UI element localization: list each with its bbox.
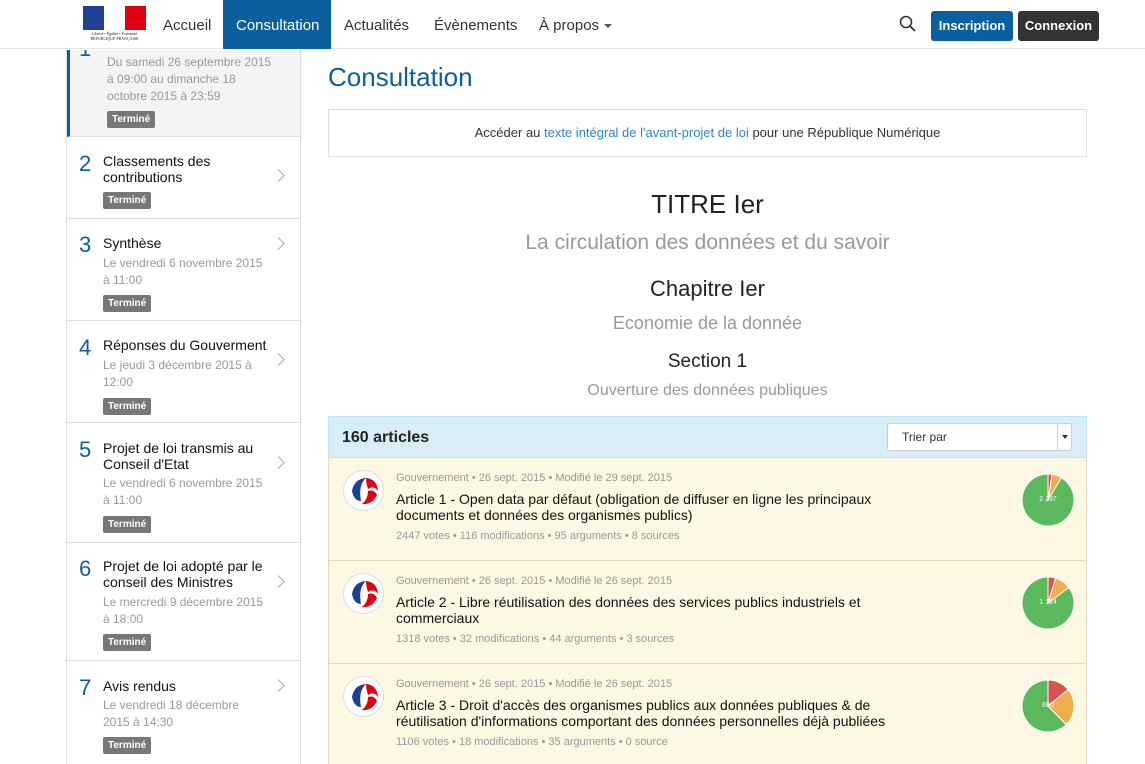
titre-subheading: La circulation des données et du savoir <box>525 231 890 254</box>
avatar <box>343 676 384 717</box>
flag-icon <box>83 6 146 30</box>
step-date: Le mercredi 9 décembre 2015 à 18:00 <box>103 595 264 626</box>
republique-francaise-logo[interactable]: Liberté • Égalité • Fraternité RÉPUBLIQU… <box>83 6 146 44</box>
step-number: 3 <box>79 232 92 257</box>
nav-consultation[interactable]: Consultation <box>223 0 331 49</box>
status-badge: Terminé <box>103 192 152 209</box>
step-title: Réponses du Gouverment <box>103 337 267 353</box>
article-stats: 1318 votes • 32 modifications • 44 argum… <box>396 633 675 645</box>
status-badge: Terminé <box>103 634 152 651</box>
articles-list-header: 160 articles Trier par <box>328 416 1087 458</box>
article-meta: Gouvernement • 26 sept. 2015 • Modifié l… <box>396 472 673 484</box>
step-item-7[interactable]: 7 Avis rendus Le vendredi 18 décembre 20… <box>67 661 300 764</box>
step-title: Avis rendus <box>103 678 176 694</box>
status-badge: Terminé <box>103 398 152 415</box>
section-subheading: Ouverture des données publiques <box>587 382 828 399</box>
step-number: 5 <box>79 437 92 462</box>
avatar <box>343 573 384 614</box>
status-badge: Terminé <box>103 295 152 312</box>
step-date: Le vendredi 6 novembre 2015 à 11:00 <box>103 256 263 287</box>
article-item[interactable]: Gouvernement • 26 sept. 2015 • Modifié l… <box>328 664 1087 764</box>
article-stats: 2447 votes • 116 modifications • 95 argu… <box>396 530 680 542</box>
logo-text: Liberté • Égalité • Fraternité RÉPUBLIQU… <box>90 31 139 41</box>
step-number: 1 <box>79 50 91 62</box>
step-item-5[interactable]: 5 Projet de loi transmis au Conseil d'Et… <box>67 423 300 543</box>
titre-heading: TITRE Ier <box>651 189 764 219</box>
articles-count: 160 articles <box>342 429 430 446</box>
avatar <box>343 470 384 511</box>
step-item-6[interactable]: 6 Projet de loi adopté par le conseil de… <box>67 543 300 661</box>
intro-text-after: pour une République Numérique <box>748 125 941 140</box>
step-number: 4 <box>79 335 92 360</box>
step-date: Le vendredi 18 décembre 2015 à 14:30 <box>103 698 240 729</box>
votes-pie-chart: 690 <box>1021 679 1075 733</box>
article-title[interactable]: Article 2 - Libre réutilisation des donn… <box>396 594 936 626</box>
marianne-icon <box>352 581 378 608</box>
intro-text-before: Accéder au <box>474 125 545 140</box>
step-item-2[interactable]: 2 Classements des contributions Terminé <box>67 137 300 219</box>
chevron-right-icon <box>272 353 285 366</box>
status-badge: Terminé <box>103 516 152 533</box>
marianne-icon <box>352 478 378 505</box>
intro-box: Accéder au texte intégral de l'avant-pro… <box>328 109 1087 157</box>
chevron-right-icon <box>272 575 285 588</box>
sort-select-value: Trier par <box>902 430 947 444</box>
search-button[interactable] <box>898 14 918 34</box>
nav-actualites[interactable]: Actualités <box>331 0 422 49</box>
inscription-button[interactable]: Inscription <box>931 11 1013 41</box>
marianne-icon <box>352 684 378 711</box>
pie-label: 2 237 <box>1039 496 1057 503</box>
article-item[interactable]: Gouvernement • 26 sept. 2015 • Modifié l… <box>328 458 1087 561</box>
article-title[interactable]: Article 3 - Droit d'accès des organismes… <box>396 697 936 729</box>
select-arrow-icon <box>1057 424 1071 450</box>
step-number: 2 <box>79 151 92 176</box>
search-icon <box>899 15 916 32</box>
top-navbar: Liberté • Égalité • Fraternité RÉPUBLIQU… <box>0 0 1145 49</box>
pie-label: 690 <box>1042 702 1054 709</box>
step-date: Le jeudi 3 décembre 2015 à 12:00 <box>103 358 252 389</box>
nav-a-propos-label: À propos <box>539 17 600 34</box>
chevron-right-icon <box>272 456 285 469</box>
article-meta: Gouvernement • 26 sept. 2015 • Modifié l… <box>396 575 673 587</box>
chapitre-heading: Chapitre Ier <box>650 276 765 301</box>
step-title: Projet de loi adopté par le conseil des … <box>103 558 263 590</box>
step-number: 7 <box>79 675 92 700</box>
chapitre-subheading: Economie de la donnée <box>612 313 803 333</box>
full-text-link[interactable]: texte intégral de l'avant-projet de loi <box>544 125 749 140</box>
chevron-right-icon <box>272 237 285 250</box>
step-title: Classements des contributions <box>103 153 211 185</box>
section-heading: Section 1 <box>667 351 748 372</box>
step-item-3[interactable]: 3 Synthèse Le vendredi 6 novembre 2015 à… <box>67 219 300 321</box>
status-badge: Terminé <box>103 737 152 754</box>
votes-pie-chart: 2 237 <box>1021 473 1075 527</box>
caret-down-icon <box>604 24 613 29</box>
step-item-1[interactable]: 1 Du samedi 26 septembre 2015 à 09:00 au… <box>67 50 300 137</box>
chevron-right-icon <box>272 679 285 692</box>
sort-select[interactable]: Trier par <box>887 423 1072 451</box>
article-item[interactable]: Gouvernement • 26 sept. 2015 • Modifié l… <box>328 561 1087 664</box>
step-item-4[interactable]: 4 Réponses du Gouverment Le jeudi 3 déce… <box>67 321 300 423</box>
chevron-right-icon <box>272 169 285 182</box>
article-meta: Gouvernement • 26 sept. 2015 • Modifié l… <box>396 678 673 690</box>
article-title[interactable]: Article 1 - Open data par défaut (obliga… <box>396 491 936 523</box>
status-badge: Terminé <box>107 111 156 128</box>
steps-sidebar: 1 Du samedi 26 septembre 2015 à 09:00 au… <box>66 50 301 764</box>
nav-a-propos[interactable]: À propos <box>526 0 625 49</box>
page-title: Consultation <box>328 62 473 92</box>
nav-evenements[interactable]: Évènements <box>421 0 530 49</box>
connexion-button[interactable]: Connexion <box>1018 11 1099 41</box>
step-title: Projet de loi transmis au Conseil d'Etat <box>103 440 254 472</box>
votes-pie-chart: 1 124 <box>1021 576 1075 630</box>
step-date: Le vendredi 6 novembre 2015 à 11:00 <box>103 476 263 507</box>
step-number: 6 <box>79 556 92 581</box>
pie-label: 1 124 <box>1039 599 1057 606</box>
step-date: Du samedi 26 septembre 2015 à 09:00 au d… <box>107 55 272 103</box>
step-title: Synthèse <box>103 235 162 251</box>
article-stats: 1106 votes • 18 modifications • 35 argum… <box>396 736 668 748</box>
nav-accueil[interactable]: Accueil <box>150 0 224 49</box>
